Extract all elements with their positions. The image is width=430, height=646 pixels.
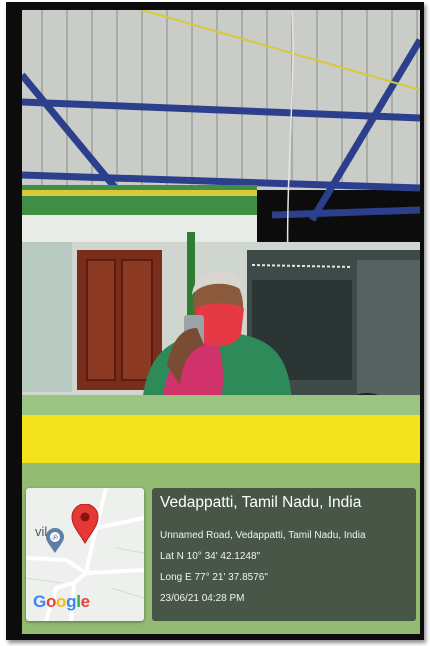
ledge-yellow bbox=[22, 415, 420, 465]
geo-info-card: Vedappatti, Tamil Nadu, India Unnamed Ro… bbox=[152, 488, 416, 621]
location-title: Vedappatti, Tamil Nadu, India bbox=[160, 494, 362, 511]
longitude-line: Long E 77° 21' 37.8576" bbox=[160, 572, 268, 583]
google-letter: e bbox=[80, 592, 90, 611]
google-letter: g bbox=[66, 592, 77, 611]
google-letter: G bbox=[33, 592, 46, 611]
latitude-line: Lat N 10° 34' 42.1248" bbox=[160, 551, 261, 562]
address-line: Unnamed Road, Vedappatti, Tamil Nadu, In… bbox=[160, 530, 366, 541]
temple-om-icon: ॐ bbox=[46, 528, 64, 553]
timestamp-line: 23/06/21 04:28 PM bbox=[160, 593, 245, 604]
ledge-top bbox=[22, 395, 420, 417]
map-thumbnail[interactable]: vil ॐ Google bbox=[26, 488, 144, 621]
google-letter: o bbox=[56, 592, 67, 611]
svg-text:ॐ: ॐ bbox=[52, 534, 59, 542]
location-pin-icon bbox=[71, 504, 99, 544]
google-letter: o bbox=[45, 592, 57, 611]
google-logo: Google bbox=[33, 592, 90, 612]
roof bbox=[22, 10, 420, 190]
